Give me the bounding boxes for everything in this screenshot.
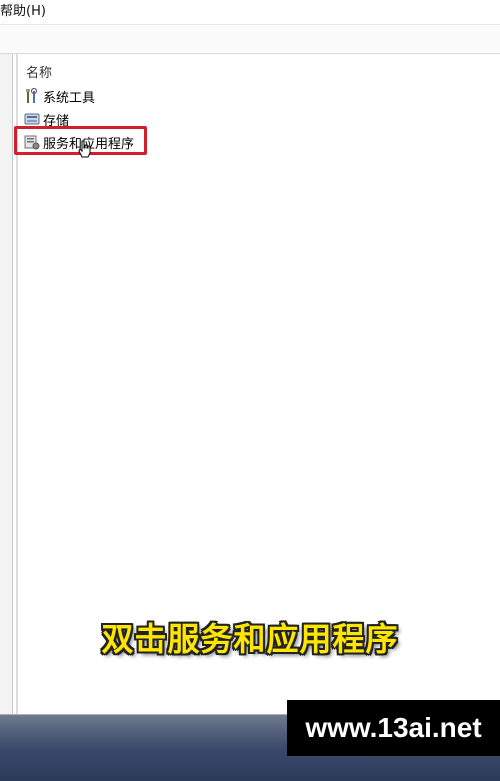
storage-icon bbox=[24, 113, 40, 125]
watermark: www.13ai.net bbox=[287, 700, 500, 756]
menu-help[interactable]: 帮助(H) bbox=[0, 3, 46, 21]
hand-cursor-icon bbox=[78, 140, 91, 158]
instruction-caption: 双击服务和应用程序 bbox=[101, 620, 399, 658]
toolbar bbox=[0, 25, 500, 54]
menu-bar: 帮助(H) bbox=[0, 0, 500, 25]
tools-icon bbox=[26, 88, 38, 103]
list-item-label: 系统工具 bbox=[43, 90, 96, 106]
column-header-name[interactable]: 名称 bbox=[26, 62, 52, 81]
list-item-system-tools[interactable]: 系统工具 bbox=[24, 86, 95, 106]
